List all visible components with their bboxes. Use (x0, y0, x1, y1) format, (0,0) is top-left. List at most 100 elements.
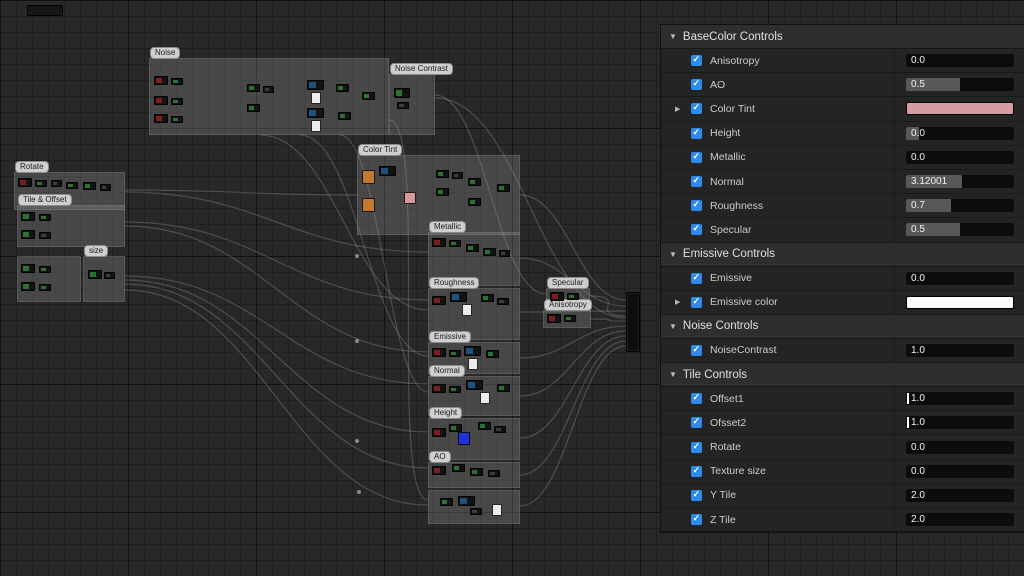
graph-node[interactable] (27, 5, 63, 16)
graph-node[interactable] (432, 384, 446, 393)
parameter-value-field[interactable]: 3.12001 (906, 175, 1014, 188)
graph-node[interactable] (458, 496, 475, 506)
comment-label[interactable]: Noise (150, 47, 180, 59)
parameter-value-field[interactable]: 0.7 (906, 199, 1014, 212)
graph-node[interactable] (311, 92, 321, 104)
parameter-value-field[interactable]: 0.0 (906, 151, 1014, 164)
expand-arrow-icon[interactable]: ▶ (675, 298, 685, 306)
parameter-value-field[interactable]: 0.5 (906, 223, 1014, 236)
color-swatch-color-tint[interactable] (906, 102, 1014, 115)
collapse-arrow-icon[interactable]: ▼ (669, 322, 677, 331)
parameter-value-field[interactable]: 0.0 (906, 127, 1014, 140)
collapse-arrow-icon[interactable]: ▼ (669, 370, 677, 379)
graph-node[interactable] (466, 380, 483, 390)
parameter-value-field[interactable]: 0.0 (906, 441, 1014, 454)
graph-node[interactable] (171, 98, 183, 105)
collapse-arrow-icon[interactable]: ▼ (669, 32, 677, 41)
graph-node[interactable] (483, 248, 496, 256)
comment-box-size[interactable]: size (83, 256, 125, 302)
graph-node[interactable] (263, 86, 274, 93)
color-swatch-emissive-color[interactable] (906, 296, 1014, 309)
parameter-value-field[interactable]: 0.0 (906, 465, 1014, 478)
parameter-checkbox[interactable] (691, 297, 702, 308)
comment-box[interactable] (17, 256, 81, 302)
graph-node[interactable] (432, 296, 446, 305)
graph-node[interactable] (468, 178, 481, 186)
graph-node[interactable] (88, 270, 102, 279)
graph-node[interactable] (171, 116, 183, 123)
parameter-value-field[interactable]: 1.0 (906, 344, 1014, 357)
comment-label[interactable]: Tile & Offset (18, 194, 72, 206)
parameter-checkbox[interactable] (691, 79, 702, 90)
comment-label[interactable]: size (84, 245, 108, 257)
parameter-checkbox[interactable] (691, 345, 702, 356)
graph-node[interactable] (379, 166, 396, 176)
parameter-checkbox[interactable] (691, 442, 702, 453)
graph-node[interactable] (336, 84, 349, 92)
parameter-value-field[interactable]: 1.0 (906, 416, 1014, 429)
graph-node[interactable] (100, 184, 111, 191)
graph-node[interactable] (18, 178, 32, 187)
graph-node[interactable] (39, 214, 51, 221)
comment-label[interactable]: Emissive (429, 331, 471, 343)
graph-node[interactable] (462, 304, 472, 316)
graph-node[interactable] (481, 294, 494, 302)
graph-node[interactable] (550, 292, 564, 301)
graph-node[interactable] (35, 180, 47, 187)
graph-node[interactable] (494, 426, 506, 433)
graph-node[interactable] (21, 230, 35, 239)
graph-node[interactable] (468, 358, 478, 370)
graph-node[interactable] (432, 238, 446, 247)
graph-node[interactable] (449, 424, 462, 432)
comment-label[interactable]: Specular (547, 277, 589, 289)
graph-node[interactable] (432, 428, 446, 437)
graph-node[interactable] (307, 80, 324, 90)
graph-node[interactable] (171, 78, 183, 85)
comment-label[interactable]: Roughness (429, 277, 479, 289)
comment-label[interactable]: Metallic (429, 221, 466, 233)
graph-node[interactable] (362, 198, 375, 212)
comment-label[interactable]: Color Tint (358, 144, 402, 156)
reroute-node[interactable] (355, 339, 359, 343)
graph-node[interactable] (362, 92, 375, 100)
graph-node[interactable] (452, 464, 465, 472)
graph-node[interactable] (547, 314, 561, 323)
graph-node[interactable] (488, 470, 500, 477)
reroute-node[interactable] (355, 254, 359, 258)
material-output-node[interactable] (626, 292, 640, 352)
reroute-node[interactable] (357, 490, 361, 494)
graph-node[interactable] (452, 172, 463, 179)
graph-node[interactable] (436, 188, 449, 196)
parameter-checkbox[interactable] (691, 55, 702, 66)
section-header-noise-controls[interactable]: ▼ Noise Controls (661, 315, 1024, 339)
parameter-checkbox[interactable] (691, 514, 702, 525)
graph-node[interactable] (466, 244, 479, 252)
parameter-checkbox[interactable] (691, 103, 702, 114)
graph-node[interactable] (21, 212, 35, 221)
graph-node[interactable] (39, 284, 51, 291)
graph-node[interactable] (450, 292, 467, 302)
parameter-checkbox[interactable] (691, 490, 702, 501)
graph-node[interactable] (432, 466, 446, 475)
graph-node[interactable] (432, 348, 446, 357)
graph-node[interactable] (307, 108, 324, 118)
parameter-checkbox[interactable] (691, 176, 702, 187)
graph-node[interactable] (154, 96, 168, 105)
parameter-checkbox[interactable] (691, 466, 702, 477)
graph-node[interactable] (39, 266, 51, 273)
graph-node[interactable] (440, 498, 453, 506)
graph-node[interactable] (404, 192, 416, 204)
graph-node[interactable] (397, 102, 409, 109)
graph-node[interactable] (247, 104, 260, 112)
graph-node[interactable] (478, 422, 491, 430)
graph-node[interactable] (104, 272, 115, 279)
comment-box-noise-contrast[interactable]: Noise Contrast (389, 74, 435, 135)
graph-node[interactable] (458, 432, 470, 445)
graph-node[interactable] (83, 182, 96, 190)
graph-node[interactable] (470, 468, 483, 476)
section-header-tile-controls[interactable]: ▼ Tile Controls (661, 363, 1024, 387)
graph-node[interactable] (39, 232, 51, 239)
parameter-value-field[interactable]: 1.0 (906, 392, 1014, 405)
comment-label[interactable]: Normal (429, 365, 465, 377)
parameter-checkbox[interactable] (691, 224, 702, 235)
